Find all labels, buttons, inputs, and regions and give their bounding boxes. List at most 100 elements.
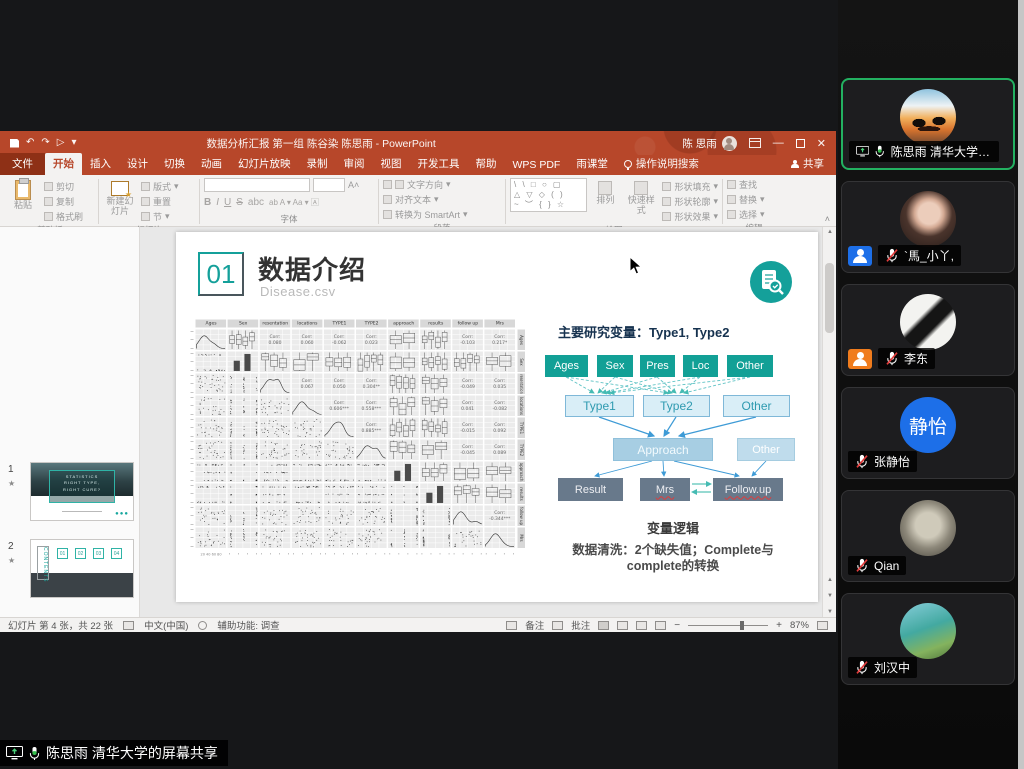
ribbon-tab-切换[interactable]: 切换 [156, 153, 193, 175]
ribbon-tab-视图[interactable]: 视图 [373, 153, 410, 175]
ribbon-tab-插入[interactable]: 插入 [82, 153, 119, 175]
zoom-in-button[interactable]: + [776, 620, 782, 631]
grow-font-icon[interactable]: A˄ [348, 180, 359, 190]
scroll-thumb[interactable] [825, 263, 834, 333]
minimize-button[interactable]: — [773, 137, 784, 149]
zoom-slider[interactable] [688, 625, 768, 626]
paste-button[interactable]: 粘贴 [6, 178, 40, 211]
sidebar-scrollbar[interactable] [1018, 0, 1024, 769]
ribbon-tab-设计[interactable]: 设计 [119, 153, 156, 175]
participant-tile-4[interactable]: 静怡张静怡 [841, 387, 1015, 479]
scroll-down-icon[interactable]: ▼ [823, 609, 837, 615]
font-abc-button[interactable]: abc [248, 197, 264, 208]
ribbon-tab-file[interactable]: 文件 [0, 153, 45, 175]
font-u-button[interactable]: U [224, 197, 231, 208]
diagram-box-sex[interactable]: Sex [597, 355, 633, 377]
diagram-box-mrs[interactable]: Mrs [640, 478, 690, 501]
diagram-box-loc[interactable]: Loc [683, 355, 718, 377]
restore-button[interactable] [796, 139, 805, 148]
font-s-button[interactable]: S [236, 197, 243, 208]
pairs-plot-matrix[interactable] [187, 318, 527, 558]
ribbon-tab-帮助[interactable]: 帮助 [468, 153, 505, 175]
comments-toggle[interactable]: 批注 [571, 618, 590, 632]
slide-subtitle[interactable]: Disease.csv [260, 284, 336, 299]
find-button[interactable]: 查找 [727, 178, 757, 191]
diagram-box-type1[interactable]: Type1 [565, 395, 634, 417]
next-slide-icon[interactable]: ▼ [823, 593, 837, 599]
font-extra-buttons[interactable]: ab︀ A ▾ Aa ▾ 🄰 [269, 197, 319, 208]
zoom-level[interactable]: 87% [790, 620, 809, 631]
ribbon-tab-WPS PDF[interactable]: WPS PDF [505, 156, 569, 175]
participant-tile-3[interactable]: 李东 [841, 284, 1015, 376]
participant-tile-1[interactable]: 陈思雨 清华大学的屏… [841, 78, 1015, 170]
text-direction-button[interactable]: 文字方向 ▾ [383, 178, 451, 191]
slide-thumbnail-2[interactable]: CONTENTS 01020304 [30, 539, 134, 598]
account-control[interactable]: 陈 思雨 [682, 136, 736, 151]
redo-icon[interactable]: ↷ [41, 138, 49, 148]
slide-sorter-view-icon[interactable] [617, 621, 628, 630]
diagram-box-pres[interactable]: Pres [640, 355, 675, 377]
format-painter-button[interactable]: 格式刷 [44, 210, 83, 223]
shape-fill-button[interactable]: 形状填充 ▾ [662, 180, 718, 193]
slideshow-icon[interactable]: ▷ [57, 138, 65, 148]
smartart-button[interactable]: 转换为 SmartArt ▾ [383, 208, 468, 221]
slide-thumbnail-pane[interactable]: 1 ★ STATISTICS RIGHT TYPE, RIGHT CURE? ●… [0, 227, 140, 617]
slide-count-status[interactable]: 幻灯片 第 4 张，共 22 张 [8, 618, 113, 632]
ribbon-tab-动画[interactable]: 动画 [193, 153, 230, 175]
slide-thumbnail-1[interactable]: STATISTICS RIGHT TYPE, RIGHT CURE? ●●● [30, 462, 134, 521]
fit-to-window-icon[interactable] [817, 621, 828, 630]
shape-effects-button[interactable]: 形状效果 ▾ [662, 210, 718, 223]
participant-tile-2[interactable]: `馬_小丫, [841, 181, 1015, 273]
diagram-box-other[interactable]: Other [727, 355, 773, 377]
ribbon-tab-开始[interactable]: 开始 [45, 153, 82, 175]
share-button[interactable]: 共享 [779, 153, 836, 175]
select-button[interactable]: 选择 ▾ [727, 208, 765, 221]
font-b-button[interactable]: B [204, 197, 211, 208]
font-i-button[interactable]: I [216, 197, 219, 208]
data-cleaning-note[interactable]: 数据清洗：2个缺失值；Complete与complete的转换 [546, 542, 800, 575]
undo-icon[interactable]: ↶ [26, 138, 34, 148]
ribbon-tab-录制[interactable]: 录制 [299, 153, 336, 175]
font-name-combo[interactable] [204, 178, 310, 192]
ribbon-display-options-icon[interactable] [749, 138, 761, 148]
participant-tile-5[interactable]: Qian [841, 490, 1015, 582]
prev-slide-icon[interactable]: ▲ [823, 577, 837, 583]
ribbon-tab-雨课堂[interactable]: 雨课堂 [568, 153, 616, 175]
font-size-combo[interactable] [313, 178, 345, 192]
accessibility-status[interactable]: 辅助功能: 调查 [217, 618, 279, 632]
slide-title[interactable]: 数据介绍 [258, 250, 366, 287]
ribbon-tab-幻灯片放映[interactable]: 幻灯片放映 [230, 153, 299, 175]
diagram-box-approach[interactable]: Approach [613, 438, 713, 461]
save-icon[interactable] [10, 139, 19, 148]
ribbon-tab-审阅[interactable]: 审阅 [336, 153, 373, 175]
slideshow-view-icon[interactable] [655, 621, 666, 630]
replace-button[interactable]: 替换 ▾ [727, 193, 765, 206]
collapse-ribbon-icon[interactable]: ˄ [825, 214, 830, 224]
diagram-box-other[interactable]: Other [723, 395, 790, 417]
doc-search-icon[interactable] [749, 260, 793, 304]
close-button[interactable]: ✕ [817, 137, 826, 150]
notes-toggle[interactable]: 备注 [525, 618, 544, 632]
normal-view-icon[interactable] [598, 621, 609, 630]
zoom-slider-thumb[interactable] [740, 621, 744, 630]
align-text-button[interactable]: 对齐文本 ▾ [383, 193, 439, 206]
zoom-out-button[interactable]: − [674, 620, 680, 631]
slide-number-box[interactable]: 01 [198, 252, 244, 296]
language-status[interactable]: 中文(中国) [144, 618, 188, 632]
diagram-logic-title[interactable]: 变量逻辑 [542, 518, 804, 537]
qat-more-icon[interactable]: ▾ [71, 138, 76, 148]
copy-button[interactable]: 复制 [44, 195, 83, 208]
diagram-box-result[interactable]: Result [558, 478, 623, 501]
tell-me-search[interactable]: 操作说明搜索 [616, 153, 707, 175]
shape-outline-button[interactable]: 形状轮廓 ▾ [662, 195, 718, 208]
layout-button[interactable]: 版式 ▾ [141, 180, 179, 193]
diagram-box-other[interactable]: Other [737, 438, 795, 461]
quick-styles-button[interactable]: 快速样式 [624, 178, 658, 216]
diagram-box-type2[interactable]: Type2 [643, 395, 710, 417]
diagram-box-ages[interactable]: Ages [545, 355, 588, 377]
participant-tile-6[interactable]: 刘汉中 [841, 593, 1015, 685]
new-slide-button[interactable]: 新建幻灯片 [103, 178, 137, 217]
reset-button[interactable]: 重置 [141, 195, 179, 208]
scroll-up-icon[interactable]: ▲ [823, 229, 837, 235]
diagram-box-follow-up[interactable]: Follow.up [713, 478, 783, 501]
